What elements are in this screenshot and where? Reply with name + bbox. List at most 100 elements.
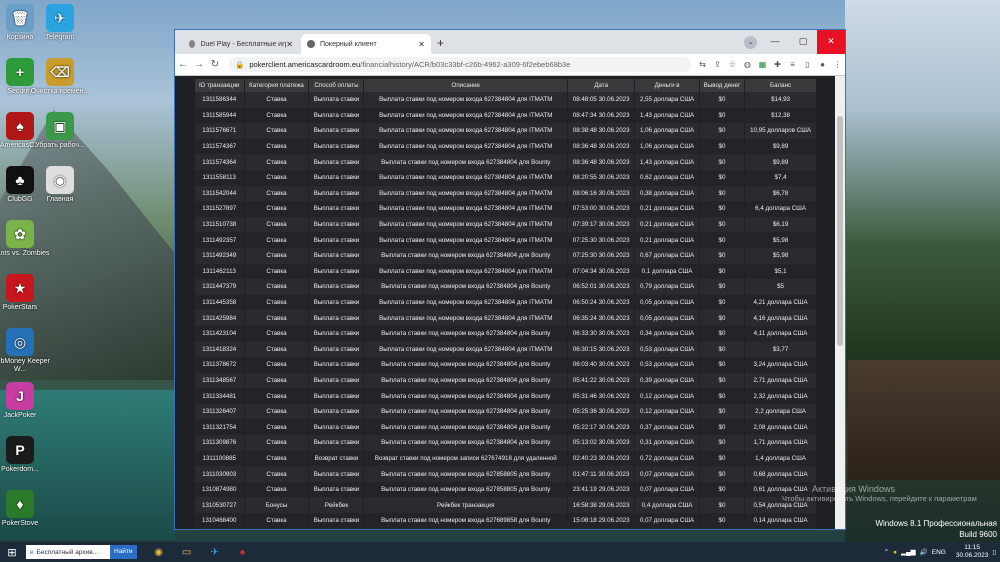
minimize-button[interactable]: — <box>761 30 789 54</box>
vertical-scrollbar[interactable] <box>835 76 845 529</box>
table-row: 1311527897 Ставка Выплата ставки Выплата ст… <box>195 201 817 217</box>
table-cell: $5,1 <box>744 263 817 280</box>
url-field[interactable]: 🔒 pokerclient.americascardroom.eu/financ… <box>229 57 691 72</box>
column-header[interactable]: Дата <box>567 79 636 92</box>
side-panel-icon[interactable]: ▯ <box>800 60 815 69</box>
table-cell: 0,37 доллара США <box>634 419 700 436</box>
table-cell: $9,89 <box>744 138 817 155</box>
table-cell: 2,08 доллара США <box>744 419 817 436</box>
table-cell: 0,53 доллара США <box>634 341 700 358</box>
table-cell: 23:41:19 29.06.2023 <box>567 481 636 498</box>
table-cell: Ставка <box>244 388 310 404</box>
kebab-menu-icon[interactable]: ⋮ <box>830 60 845 69</box>
notifications-icon[interactable]: ▯ <box>992 548 996 556</box>
desktop-shortcut[interactable]: ♦ PokerStove <box>0 490 50 528</box>
desktop-shortcut[interactable]: P Pokerdom... <box>0 436 50 474</box>
telegram-icon[interactable]: ✈ <box>201 542 229 562</box>
desktop-shortcut[interactable]: ✈ Telegram <box>30 4 90 42</box>
table-cell: $0 <box>699 357 746 373</box>
table-cell: Выплата ставки под номером входа 6273848… <box>363 138 569 155</box>
desktop-shortcut[interactable]: ★ PokerStars <box>0 274 50 312</box>
url-host: pokerclient.americascardroom.eu <box>249 60 361 69</box>
table-cell: $0 <box>699 185 746 202</box>
search-button[interactable]: Найти <box>110 545 137 559</box>
close-icon[interactable]: ✕ <box>418 40 425 49</box>
translate-icon[interactable]: ⇆ <box>695 60 710 69</box>
table-cell: 0,07 доллара США <box>634 466 700 482</box>
tray-app-icon[interactable]: ● <box>893 549 897 556</box>
column-header[interactable]: ID транзакции <box>195 79 245 92</box>
column-header[interactable]: Баланс <box>744 79 817 92</box>
back-arrow-icon[interactable]: ← <box>175 59 191 70</box>
sheets-extension-icon[interactable]: ▦ <box>755 60 770 69</box>
reload-icon[interactable]: ↻ <box>207 59 223 70</box>
table-cell: 4,11 доллара США <box>744 325 817 342</box>
column-header[interactable]: Описание <box>363 79 569 92</box>
desktop-shortcut[interactable]: ✿ Plants vs. Zombies <box>0 220 50 258</box>
table-cell: 1311423104 <box>195 325 245 342</box>
taskbar-search-input[interactable]: e Бесплатный архив... <box>26 545 110 559</box>
desktop-shortcut[interactable]: ⌫ Очистка времен... <box>30 58 90 96</box>
clock[interactable]: 11:15 30.06.2023 <box>956 544 989 560</box>
table-row: 1310530727 Бонусы Рейкбек Рейкбек транзакци… <box>195 497 817 514</box>
new-tab-button[interactable]: + <box>437 36 444 50</box>
desktop-shortcut[interactable]: ▣ Убрать рабоч... <box>30 112 90 150</box>
profile-avatar-icon[interactable]: ● <box>815 60 830 69</box>
table-cell: $0 <box>699 325 746 342</box>
close-window-button[interactable]: ✕ <box>817 30 845 54</box>
network-icon[interactable]: ▂▄▆ <box>901 548 916 556</box>
file-explorer-icon[interactable]: ▭ <box>173 542 201 562</box>
close-icon[interactable]: ✕ <box>286 40 293 49</box>
duel-play-favicon-icon <box>189 40 196 48</box>
desktop-shortcut[interactable]: ◎ WebMoney Keeper W... <box>0 328 50 374</box>
tab-search-chevron-down-icon[interactable]: ⌄ <box>744 36 757 49</box>
window-controls: — ▢ ✕ <box>761 30 845 54</box>
share-icon[interactable]: ⇪ <box>710 60 725 69</box>
chrome-icon[interactable]: ◉ <box>145 542 173 562</box>
table-cell: 2,55 доллара США <box>634 92 700 108</box>
table-cell: Выплата ставки под номером входа 6273848… <box>363 154 569 170</box>
table-cell: Выплата ставки под номером входа 6273848… <box>363 263 569 280</box>
column-header[interactable]: Категория платежа <box>244 79 310 92</box>
desktop-shortcut-label: Plants vs. Zombies <box>0 250 50 257</box>
table-row: 1311445358 Ставка Выплата ставки Выплата ст… <box>195 294 817 311</box>
puzzle-icon[interactable]: ✚ <box>770 60 785 69</box>
scrollbar-thumb[interactable] <box>837 116 843 346</box>
table-cell: 1311309876 <box>195 435 245 451</box>
star-icon[interactable]: ☆ <box>725 60 740 69</box>
volume-icon[interactable]: 🔊 <box>920 548 928 556</box>
table-row: 1311586344 Ставка Выплата ставки Выплата ст… <box>195 92 817 108</box>
table-cell: $0 <box>699 138 746 155</box>
reading-list-icon[interactable]: ≡ <box>785 60 800 69</box>
address-bar: ← → ↻ 🔒 pokerclient.americascardroom.eu /… <box>175 54 845 76</box>
table-cell: Выплата ставки <box>308 294 365 311</box>
column-header[interactable]: Деньги в <box>634 79 700 92</box>
maximize-button[interactable]: ▢ <box>789 30 817 54</box>
chrome-icon: ◉ <box>46 166 74 194</box>
desktop-shortcut[interactable]: J JackPoker <box>0 382 50 420</box>
column-header[interactable]: Вывод денег <box>699 79 746 92</box>
desktop-shortcut[interactable]: ◉ Главная <box>30 166 90 204</box>
language-indicator[interactable]: ENG <box>932 549 946 556</box>
table-cell: 15:08:18 29.06.2023 <box>567 513 636 529</box>
table-row: 1311326407 Ставка Выплата ставки Выплата ст… <box>195 403 817 420</box>
extension-icon[interactable]: ◍ <box>740 60 755 69</box>
table-cell: 08:20:55 30.06.2023 <box>567 169 636 186</box>
tray-chevron-icon[interactable]: ⌃ <box>884 548 889 556</box>
table-row: 1311321754 Ставка Выплата ставки Выплата ст… <box>195 419 817 436</box>
windows-start-icon[interactable]: ⊞ <box>0 546 24 559</box>
table-cell: 1311030903 <box>195 466 245 482</box>
table-cell: 2,32 доллара США <box>744 388 817 404</box>
table-cell: Выплата ставки <box>308 247 365 264</box>
column-header[interactable]: Способ оплаты <box>308 79 365 92</box>
forward-arrow-icon[interactable]: → <box>191 59 207 70</box>
table-cell: 07:53:00 30.06.2023 <box>567 201 636 217</box>
table-cell: Выплата ставки <box>308 325 365 342</box>
tab-poker-client[interactable]: Покерный клиент ✕ <box>301 34 431 54</box>
table-cell: 08:36:48 30.06.2023 <box>567 138 636 155</box>
table-cell: 1311492357 <box>195 232 245 248</box>
table-cell: Ставка <box>244 123 310 139</box>
tab-duel-play[interactable]: Duel Play - Бесплатные игровы... ✕ <box>183 34 299 54</box>
table-cell: 06:50:24 30.06.2023 <box>567 294 636 311</box>
poker-app-icon[interactable]: ♠ <box>229 542 257 562</box>
